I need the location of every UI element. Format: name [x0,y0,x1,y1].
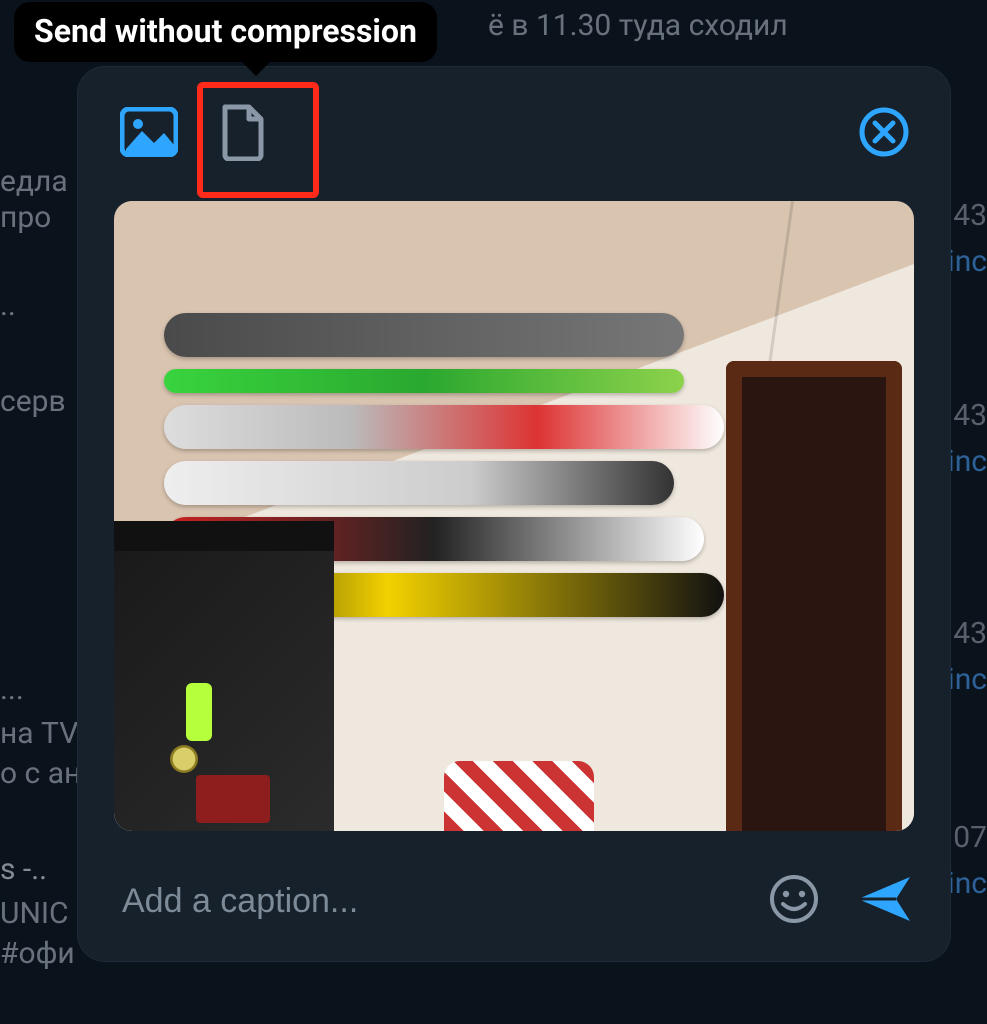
preview-area [78,201,950,841]
bg-sidebar-text: на TV [0,716,78,751]
panel-header [78,67,950,201]
bg-sidebar-text: #офи [0,936,75,971]
bg-sidebar-text: про [0,200,51,235]
attachment-preview[interactable] [114,201,914,831]
send-button[interactable] [854,871,914,931]
bg-time: 43 [953,398,987,433]
emoji-icon [769,874,819,928]
bg-sidebar-text: .. [0,288,16,323]
file-icon [219,103,267,165]
image-icon [120,107,178,161]
bg-link: inc [947,444,987,479]
bg-sidebar-text: о с ан [0,756,81,791]
bg-sidebar-text: серв [0,384,66,419]
bg-message-text: ё в 11.30 туда сходил [488,8,788,43]
close-button[interactable] [856,106,912,162]
caption-row [78,841,950,961]
bg-link: inc [947,244,987,279]
bg-link: inc [947,662,987,697]
emoji-button[interactable] [764,871,824,931]
mode-buttons [118,103,274,165]
close-icon [859,107,909,161]
bg-link: inc [947,866,987,901]
bg-time: 43 [953,616,987,651]
tooltip-send-without-compression: Send without compression [14,2,437,62]
send-icon [856,875,912,927]
bg-sidebar-text: едла [0,164,68,199]
bg-sidebar-text: UNIC [0,896,69,931]
tooltip-label: Send without compression [34,12,417,50]
bg-time: 07 [953,820,987,855]
bg-sidebar-text: ... [0,672,24,707]
attachment-panel [77,66,951,962]
send-as-image-button[interactable] [118,103,180,165]
bg-time: 43 [953,198,987,233]
caption-input[interactable] [122,882,734,921]
send-as-file-button[interactable] [212,103,274,165]
bg-sidebar-text: s -.. [0,852,47,887]
